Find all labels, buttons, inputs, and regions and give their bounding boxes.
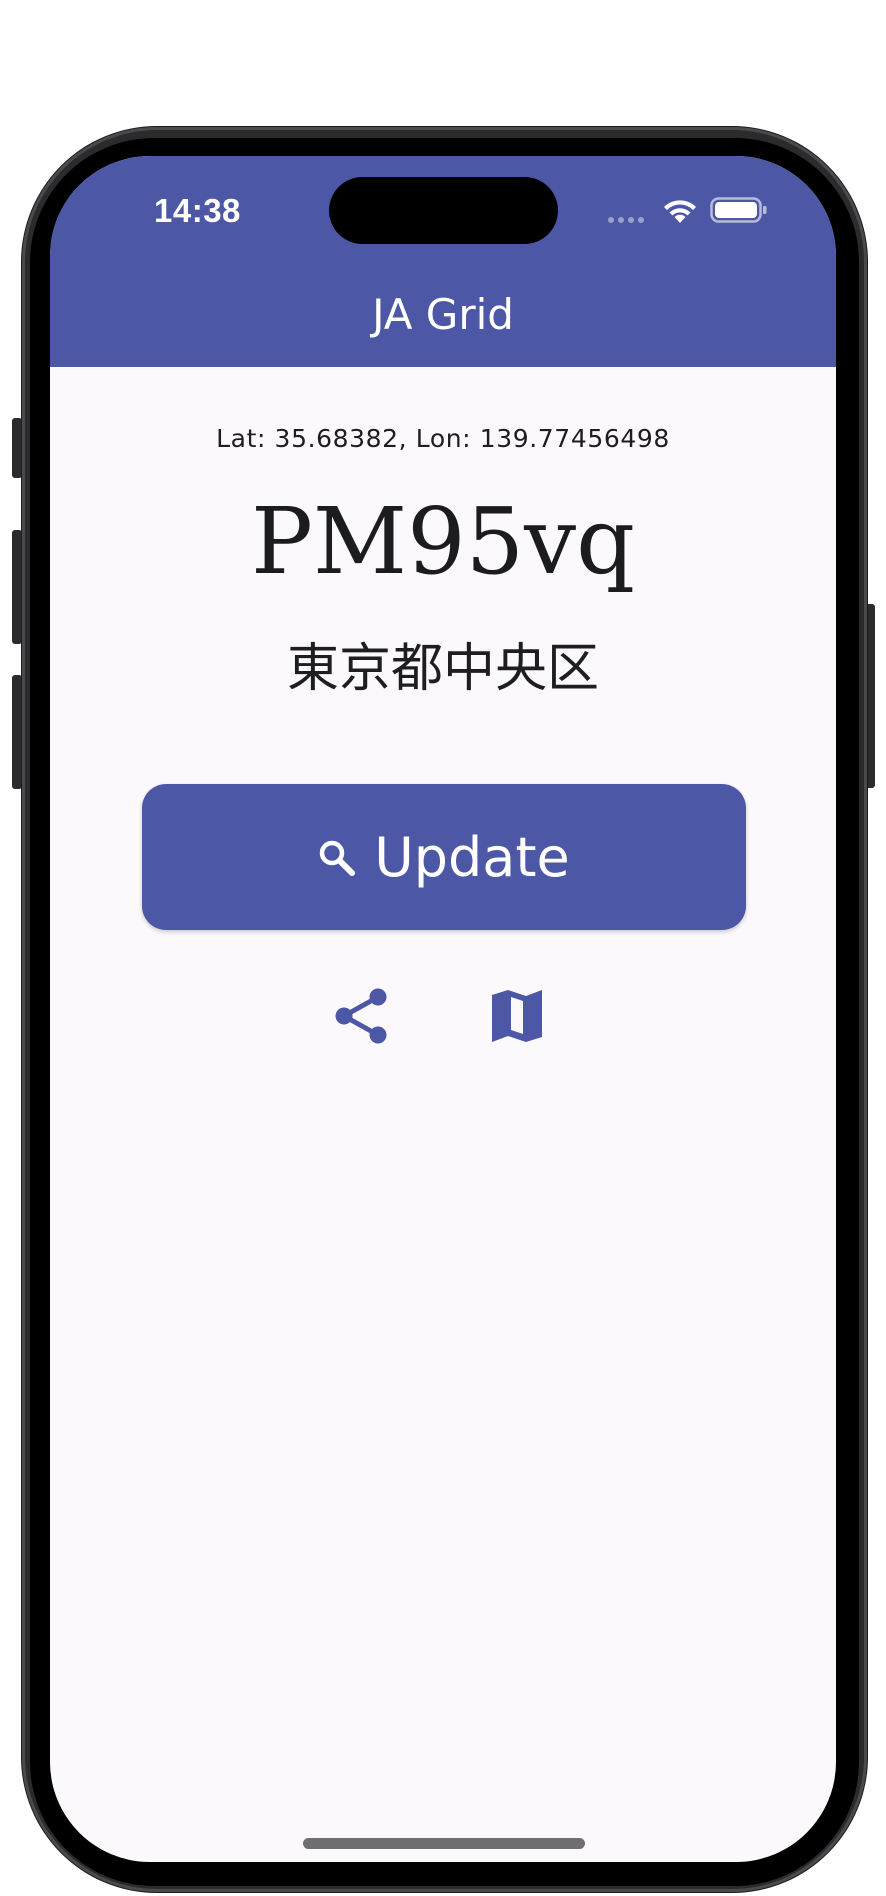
action-button [12, 418, 22, 478]
phone-screen: 14:38 JA Grid Lat: 35.68382, Lon: 139.77… [50, 156, 836, 1862]
device-canvas: 14:38 JA Grid Lat: 35.68382, Lon: 139.77… [0, 0, 886, 1896]
volume-up-button [12, 530, 22, 644]
status-time: 14:38 [154, 192, 241, 229]
map-icon[interactable] [490, 989, 544, 1043]
share-icon[interactable] [333, 986, 389, 1046]
update-button-label: Update [374, 825, 570, 889]
wifi-icon [664, 200, 696, 223]
cellular-signal-icon [608, 217, 644, 223]
place-name: 東京都中央区 [286, 639, 599, 699]
grid-locator: PM95vq [250, 488, 636, 595]
volume-down-button [12, 675, 22, 789]
update-button[interactable]: Update [142, 784, 746, 930]
page-title: JA Grid [372, 290, 514, 339]
search-icon [319, 840, 356, 876]
app-bar: 14:38 JA Grid [50, 156, 836, 367]
coordinates-text: Lat: 35.68382, Lon: 139.77456498 [216, 424, 670, 453]
dynamic-island [329, 177, 558, 244]
battery-full-icon [710, 197, 767, 223]
home-indicator[interactable] [303, 1838, 585, 1849]
